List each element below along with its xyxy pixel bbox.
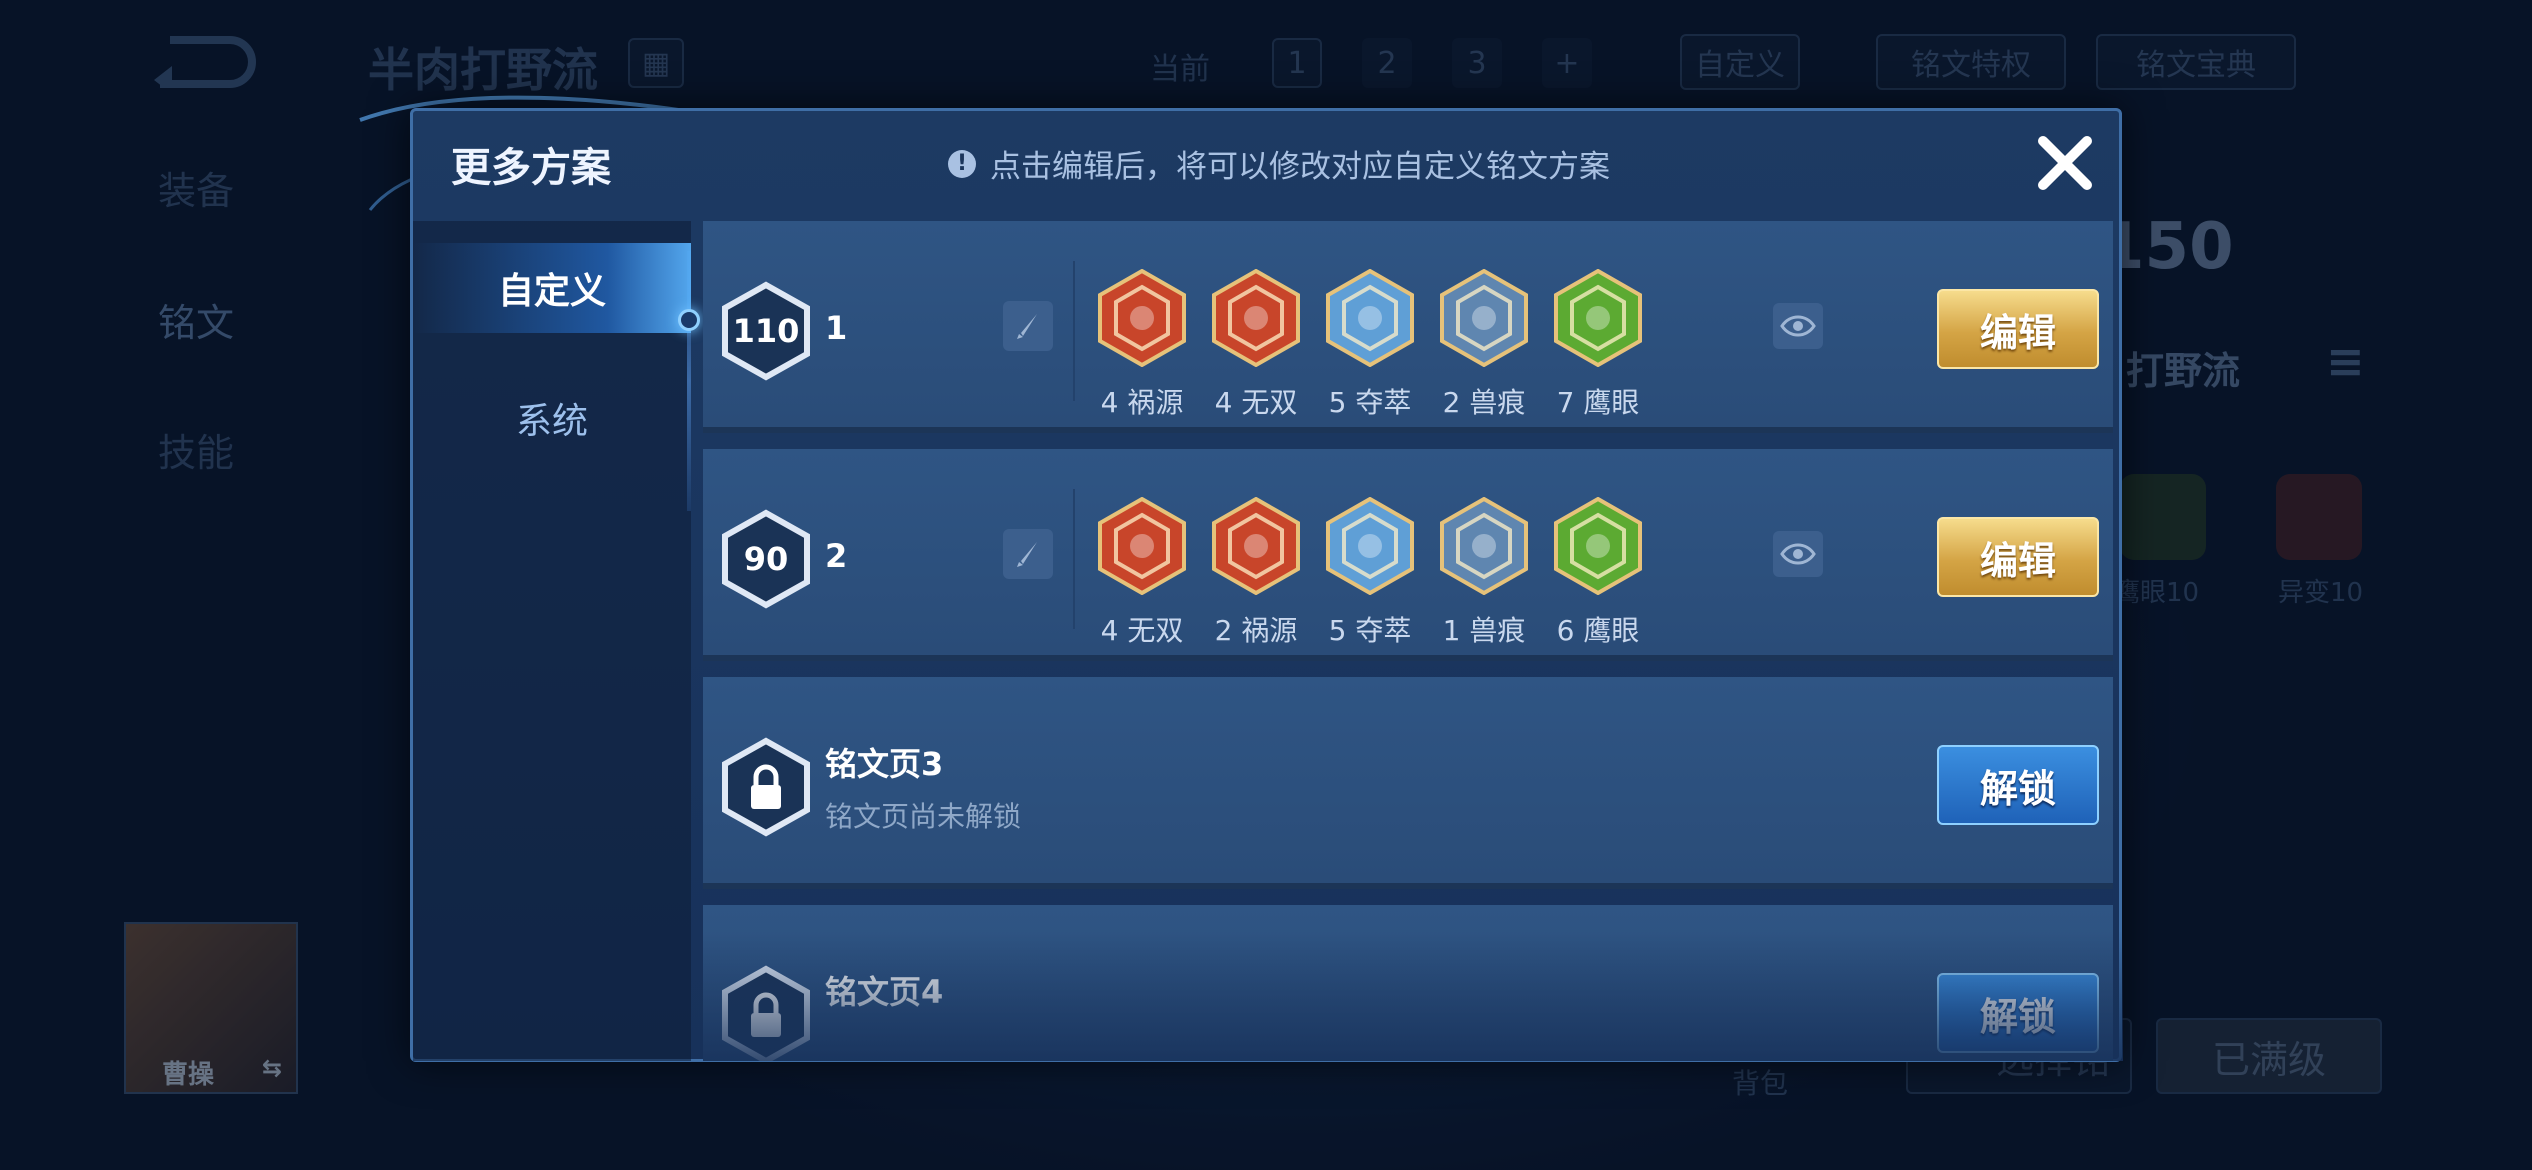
tab-system[interactable]: 系统 (413, 373, 691, 463)
rune-item[interactable]: 2 祸源 (1212, 496, 1300, 649)
locked-page-subtitle: 铭文页尚未解锁 (825, 800, 1022, 833)
rune-icon (1326, 268, 1414, 371)
rune-item[interactable]: 4 祸源 (1098, 268, 1186, 421)
rune-label: 6 鹰眼 (1556, 614, 1640, 647)
rename-brush-button[interactable] (1003, 529, 1053, 579)
page-level: 90 (743, 540, 789, 578)
level-hex-icon: 110 (721, 281, 811, 381)
brush-icon (1017, 314, 1037, 339)
list-fade (703, 931, 2123, 1061)
rename-brush-button[interactable] (1003, 301, 1053, 351)
rune-label: 1 兽痕 (1442, 614, 1526, 647)
exclamation-icon: ! (948, 149, 976, 178)
rune-label: 4 无双 (1214, 386, 1298, 419)
page-level: 110 (732, 312, 800, 350)
rune-icon (1326, 496, 1414, 599)
rune-item[interactable]: 5 夺萃 (1326, 496, 1414, 649)
rune-icon (1212, 496, 1300, 599)
brush-icon (1017, 542, 1037, 567)
preview-button[interactable] (1773, 531, 1823, 577)
more-schemes-modal: 更多方案 ! 点击编辑后，将可以修改对应自定义铭文方案 自定义 系统 110 1 4… (410, 108, 2123, 1062)
rune-label: 2 祸源 (1214, 614, 1298, 647)
rune-label: 2 兽痕 (1442, 386, 1526, 419)
rune-icon (1554, 496, 1642, 599)
scheme-sidebar (413, 221, 691, 1061)
hint-text: ! 点击编辑后，将可以修改对应自定义铭文方案 (948, 141, 1610, 186)
rune-set: 4 祸源 4 无双 5 夺萃 2 兽痕 7 鹰眼 (1098, 268, 1642, 421)
hint-label: 点击编辑后，将可以修改对应自定义铭文方案 (990, 149, 1610, 185)
rune-icon (1098, 496, 1186, 599)
rune-item[interactable]: 2 兽痕 (1440, 268, 1528, 421)
rune-item[interactable]: 6 鹰眼 (1554, 496, 1642, 649)
rune-label: 4 祸源 (1100, 386, 1184, 419)
rune-icon (1440, 496, 1528, 599)
preview-button[interactable] (1773, 303, 1823, 349)
rune-item[interactable]: 1 兽痕 (1440, 496, 1528, 649)
row-divider (1073, 261, 1075, 401)
page-name: 2 (825, 537, 848, 575)
rune-label: 4 无双 (1100, 614, 1184, 647)
edit-button[interactable]: 编辑 (1937, 289, 2099, 369)
lock-icon (721, 737, 811, 837)
level-hex-icon: 90 (721, 509, 811, 609)
rune-item[interactable]: 7 鹰眼 (1554, 268, 1642, 421)
rune-page-row: 90 2 4 无双 2 祸源 5 夺萃 1 兽痕 6 鹰眼 编辑 (703, 449, 2113, 661)
close-icon (2038, 136, 2092, 190)
unlock-button[interactable]: 解锁 (1937, 745, 2099, 825)
rune-item[interactable]: 4 无双 (1212, 268, 1300, 421)
rune-page-row: 110 1 4 祸源 4 无双 5 夺萃 2 兽痕 7 鹰眼 编辑 (703, 221, 2113, 433)
rune-set: 4 无双 2 祸源 5 夺萃 1 兽痕 6 鹰眼 (1098, 496, 1642, 649)
rune-icon (1212, 268, 1300, 371)
rune-icon (1098, 268, 1186, 371)
rune-item[interactable]: 5 夺萃 (1326, 268, 1414, 421)
eye-icon (1780, 543, 1816, 565)
rune-icon (1440, 268, 1528, 371)
page-name: 1 (825, 309, 848, 347)
eye-icon (1780, 315, 1816, 337)
locked-page-name: 铭文页3 (825, 745, 944, 783)
selected-indicator (678, 309, 700, 331)
rune-label: 5 夺萃 (1328, 386, 1412, 419)
rune-label: 5 夺萃 (1328, 614, 1412, 647)
modal-title: 更多方案 (451, 145, 611, 191)
row-divider (1073, 489, 1075, 629)
edit-button[interactable]: 编辑 (1937, 517, 2099, 597)
rune-item[interactable]: 4 无双 (1098, 496, 1186, 649)
rune-page-row: 铭文页3 铭文页尚未解锁 解锁 (703, 677, 2113, 889)
rune-label: 7 鹰眼 (1556, 386, 1640, 419)
close-button[interactable] (2025, 123, 2105, 203)
rune-icon (1554, 268, 1642, 371)
tab-custom[interactable]: 自定义 (413, 243, 691, 333)
